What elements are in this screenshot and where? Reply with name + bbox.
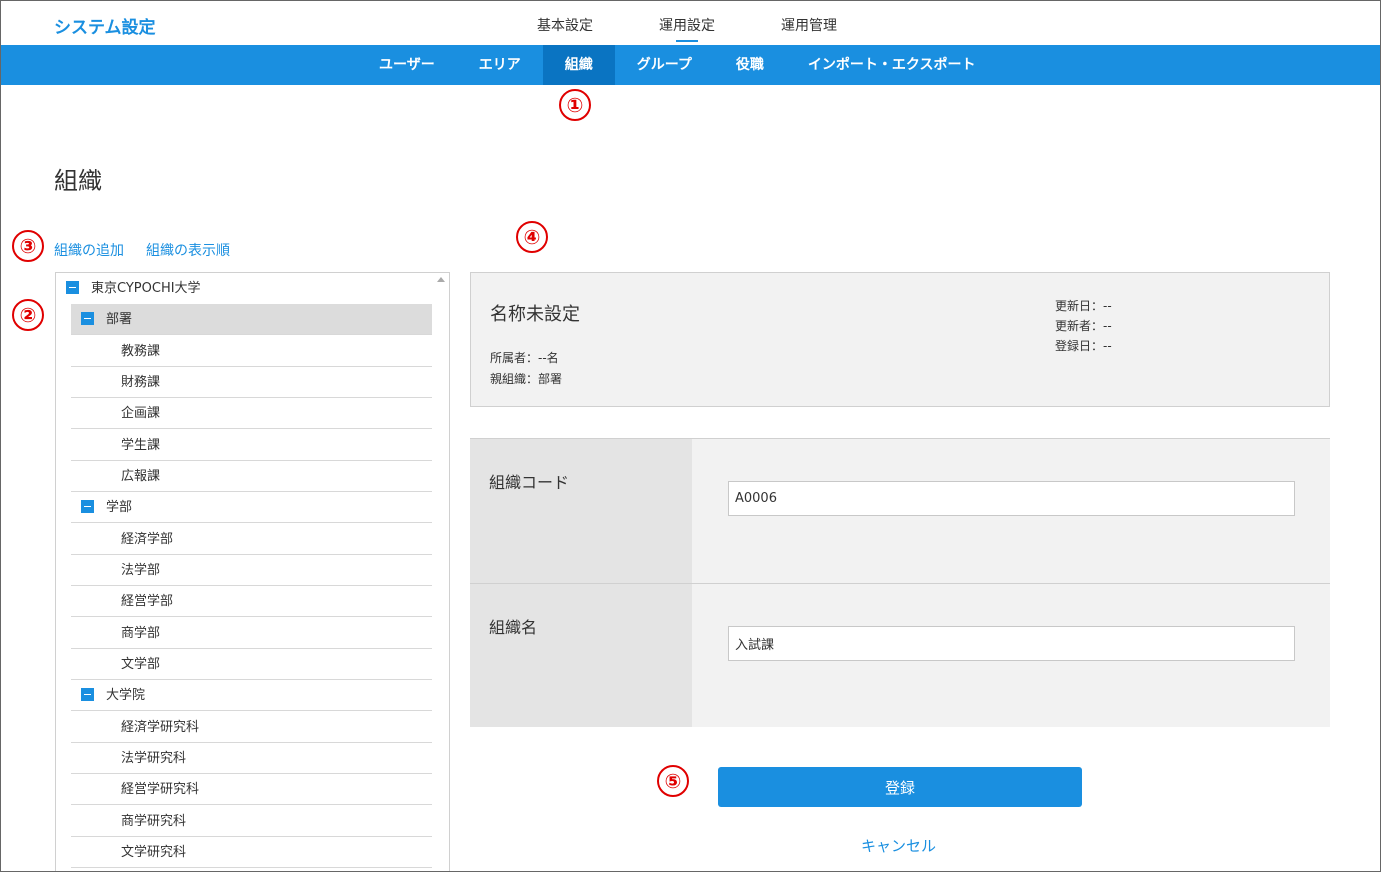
tree-item[interactable]: 経済学研究科: [71, 712, 432, 743]
tree-item[interactable]: 文学部: [71, 649, 432, 680]
top-nav-operation-management[interactable]: 運用管理: [781, 15, 837, 41]
tree-item[interactable]: 企画課: [71, 398, 432, 429]
organization-name-heading: 名称未設定: [490, 304, 580, 325]
collapse-icon[interactable]: [81, 312, 94, 325]
tree-root-label: 東京CYPOCHI大学: [91, 281, 201, 296]
organization-form: 組織コード 組織名: [470, 438, 1330, 727]
sub-nav: ユーザー エリア 組織 グループ 役職 インポート・エクスポート: [1, 45, 1380, 85]
tab-group[interactable]: グループ: [615, 45, 714, 85]
top-nav-basic[interactable]: 基本設定: [537, 15, 593, 41]
cancel-link[interactable]: キャンセル: [861, 835, 936, 856]
registered-date: 登録日：--: [1055, 339, 1112, 353]
tree-group-label: 学部: [106, 500, 133, 515]
tree-root[interactable]: 東京CYPOCHI大学: [66, 273, 201, 304]
display-order-link[interactable]: 組織の表示順: [146, 240, 230, 260]
organization-code-input[interactable]: [728, 481, 1295, 516]
top-nav: 基本設定 運用設定 運用管理: [537, 15, 903, 41]
action-links: 組織の追加 組織の表示順: [54, 240, 230, 260]
form-row-name: 組織名: [470, 583, 1330, 727]
tab-area[interactable]: エリア: [457, 45, 543, 85]
tab-users[interactable]: ユーザー: [357, 45, 457, 85]
page-title: 組織: [54, 167, 102, 195]
updated-date: 更新日：--: [1055, 299, 1112, 313]
collapse-icon[interactable]: [81, 688, 94, 701]
tab-import-export[interactable]: インポート・エクスポート: [786, 45, 998, 85]
annotation-marker-3: ③: [12, 230, 44, 262]
tree-item[interactable]: 教務課: [71, 336, 432, 367]
tree-item[interactable]: 経営学部: [71, 586, 432, 617]
organization-info-panel: 名称未設定 所属者：--名 親組織：部署 更新日：-- 更新者：-- 登録日：-…: [470, 272, 1330, 407]
collapse-icon[interactable]: [66, 281, 79, 294]
tree-group-label: 大学院: [106, 688, 146, 703]
tree-item[interactable]: 商学研究科: [71, 806, 432, 837]
collapse-icon[interactable]: [81, 500, 94, 513]
tree-item[interactable]: 文学研究科: [71, 837, 432, 868]
annotation-marker-5: ⑤: [657, 765, 689, 797]
app-window: システム設定 基本設定 運用設定 運用管理 ユーザー エリア 組織 グループ 役…: [0, 0, 1381, 872]
tree-group-department[interactable]: 部署: [71, 304, 432, 335]
organization-tree[interactable]: 東京CYPOCHI大学 部署 教務課 財務課 企画課 学生課 広報課 学部 経済…: [55, 272, 450, 871]
tree-item[interactable]: 財務課: [71, 367, 432, 398]
add-organization-link[interactable]: 組織の追加: [54, 240, 124, 260]
organization-name-input[interactable]: [728, 626, 1295, 661]
form-row-code: 組織コード: [470, 439, 1330, 583]
tree-item[interactable]: 広報課: [71, 461, 432, 492]
name-label: 組織名: [470, 584, 692, 727]
tree-item[interactable]: 学生課: [71, 430, 432, 461]
tree-group-faculty[interactable]: 学部: [71, 492, 432, 523]
tree-item[interactable]: 法学部: [71, 555, 432, 586]
tab-organization[interactable]: 組織: [542, 45, 615, 85]
tree-item[interactable]: 経済学部: [71, 524, 432, 555]
tree-item[interactable]: 法学研究科: [71, 743, 432, 774]
annotation-marker-4: ④: [516, 221, 548, 253]
tree-item[interactable]: 商学部: [71, 618, 432, 649]
annotation-marker-1: ①: [559, 89, 591, 121]
tab-position[interactable]: 役職: [714, 45, 786, 85]
member-count: 所属者：--名: [490, 351, 559, 365]
annotation-marker-2: ②: [12, 299, 44, 331]
updated-by: 更新者：--: [1055, 319, 1112, 333]
tree-group-graduate-school[interactable]: 大学院: [71, 680, 432, 711]
register-button[interactable]: 登録: [718, 767, 1082, 807]
scroll-up-arrow-icon[interactable]: [437, 277, 445, 282]
parent-organization: 親組織：部署: [490, 372, 563, 386]
tree-item[interactable]: 経営学研究科: [71, 774, 432, 805]
app-title[interactable]: システム設定: [54, 13, 156, 38]
code-label: 組織コード: [470, 439, 692, 583]
top-nav-operation-settings[interactable]: 運用設定: [659, 15, 715, 41]
tree-group-label: 部署: [106, 312, 133, 327]
